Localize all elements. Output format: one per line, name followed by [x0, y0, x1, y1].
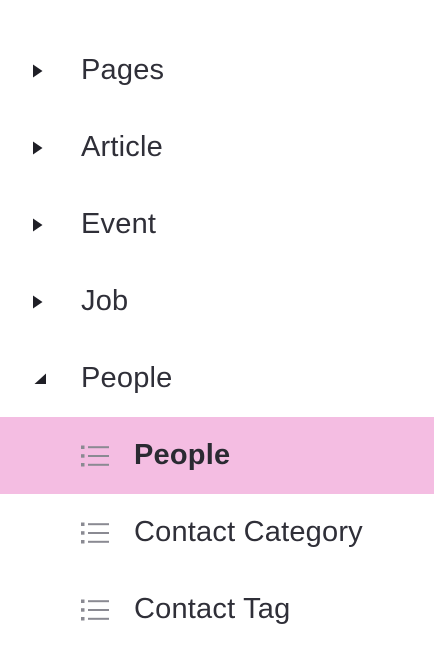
tree-group-label: People — [81, 362, 173, 394]
tree-group-event[interactable]: Event — [0, 186, 434, 263]
navigation-tree: Pages Article Event Job People People Co… — [0, 0, 434, 666]
tree-group-job[interactable]: Job — [0, 263, 434, 340]
tree-group-people[interactable]: People — [0, 340, 434, 417]
tree-item-people[interactable]: People — [0, 417, 434, 494]
tree-group-label: Job — [81, 285, 129, 317]
tree-group-pages[interactable]: Pages — [0, 32, 434, 109]
caret-right-icon[interactable] — [32, 215, 52, 235]
tree-item-contact-category[interactable]: Contact Category — [0, 494, 434, 571]
tree-group-label: Pages — [81, 54, 165, 86]
caret-right-icon[interactable] — [32, 292, 52, 312]
caret-down-icon[interactable] — [32, 369, 52, 389]
caret-right-icon[interactable] — [32, 138, 52, 158]
list-icon — [80, 444, 110, 468]
tree-item-contact-tag[interactable]: Contact Tag — [0, 571, 434, 648]
tree-item-label: People — [134, 439, 231, 471]
tree-group-label: Article — [81, 131, 163, 163]
list-icon — [80, 521, 110, 545]
tree-group-article[interactable]: Article — [0, 109, 434, 186]
tree-group-label: Event — [81, 208, 157, 240]
caret-right-icon[interactable] — [32, 61, 52, 81]
list-icon — [80, 598, 110, 622]
tree-item-label: Contact Category — [134, 516, 363, 548]
tree-item-label: Contact Tag — [134, 593, 291, 625]
